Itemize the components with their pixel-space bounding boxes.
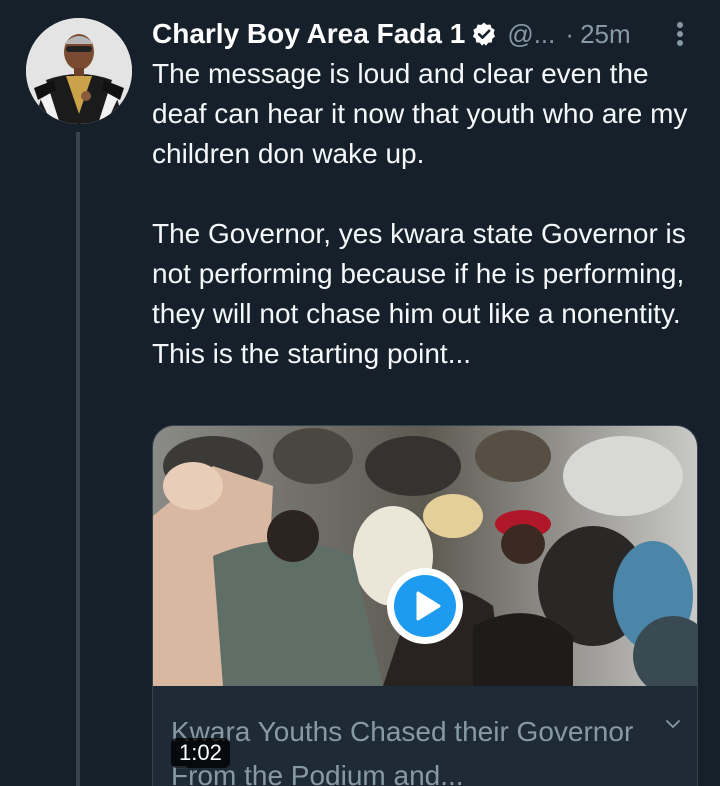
card-title[interactable]: Kwara Youths Chased their Governor From …: [171, 710, 651, 786]
display-name[interactable]: Charly Boy Area Fada 1: [152, 18, 465, 50]
video-thumbnail[interactable]: [153, 426, 697, 686]
play-button[interactable]: [387, 568, 463, 644]
timestamp[interactable]: 25m: [580, 19, 631, 50]
video-card[interactable]: Kwara Youths Chased their Governor From …: [152, 425, 698, 786]
card-footer[interactable]: Kwara Youths Chased their Governor From …: [153, 686, 697, 786]
play-icon: [394, 575, 456, 637]
avatar[interactable]: [26, 18, 132, 124]
tweet-paragraph: The Governor, yes kwara state Governor i…: [152, 218, 686, 369]
tweet-paragraph: The message is loud and clear even the d…: [152, 58, 688, 169]
tweet-text: The message is loud and clear even the d…: [152, 54, 702, 414]
duration-badge: 1:02: [171, 738, 230, 768]
avatar-photo: [26, 18, 132, 124]
tweet[interactable]: Charly Boy Area Fada 1 @... · 25m The me…: [0, 0, 720, 786]
tweet-header: Charly Boy Area Fada 1 @... · 25m: [152, 14, 700, 54]
more-vertical-icon[interactable]: [672, 20, 688, 48]
verified-badge-icon: [471, 21, 497, 47]
chevron-down-icon[interactable]: [665, 716, 681, 728]
thread-line: [76, 132, 80, 786]
separator-dot: ·: [565, 18, 575, 49]
video-thumbnail-image: [153, 426, 697, 686]
handle[interactable]: @...: [507, 19, 555, 50]
